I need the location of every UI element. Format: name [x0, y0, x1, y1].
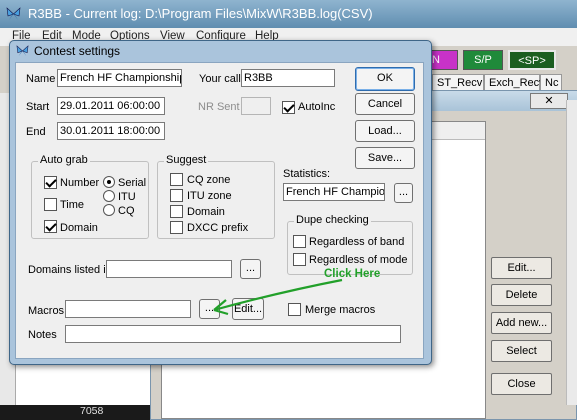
auto-grab-number-checkbox[interactable]	[44, 176, 57, 189]
list-select-button[interactable]: Select	[491, 340, 552, 362]
notes-field[interactable]	[65, 325, 401, 343]
regardless-of-band-label: Regardless of band	[309, 236, 405, 248]
auto-grab-time-checkbox[interactable]	[44, 198, 57, 211]
auto-grab-domain-checkbox[interactable]	[44, 220, 57, 233]
main-title-text: R3BB - Current log: D:\Program Files\Mix…	[28, 6, 373, 21]
freq-label-1: 7058	[80, 405, 104, 417]
list-edit-button[interactable]: Edit...	[491, 257, 552, 279]
domains-browse-button[interactable]: ...	[240, 259, 261, 279]
main-title-bar: R3BB - Current log: D:\Program Files\Mix…	[0, 0, 577, 28]
macros-label: Macros	[28, 305, 65, 317]
sp-button[interactable]: S/P	[463, 50, 503, 70]
statistics-label: Statistics:	[283, 168, 331, 180]
dialog-title: Contest settings	[34, 44, 121, 58]
end-field[interactable]: 30.01.2011 18:00:00	[57, 122, 165, 140]
notes-label: Notes	[28, 329, 57, 341]
name-label: Name	[26, 73, 56, 85]
regardless-of-mode-checkbox[interactable]	[293, 253, 306, 266]
regardless-of-mode-label: Regardless of mode	[309, 254, 408, 266]
merge-macros-checkbox[interactable]	[288, 303, 301, 316]
dupe-checking-group: Dupe checking	[287, 214, 413, 275]
statistics-browse-button[interactable]: ...	[394, 183, 413, 203]
your-call-label: Your call	[199, 73, 241, 85]
nr-sent-field[interactable]	[241, 97, 271, 115]
main-scrollbar[interactable]	[566, 100, 577, 405]
dxcc-prefix-checkbox[interactable]	[170, 221, 183, 234]
autoinc-checkbox[interactable]	[282, 101, 295, 114]
dialog-title-bar: Contest settings	[10, 41, 431, 62]
cq-zone-checkbox[interactable]	[170, 173, 183, 186]
load-button[interactable]: Load...	[355, 120, 415, 142]
auto-grab-number-label: Number	[60, 177, 100, 189]
save-button[interactable]: Save...	[355, 147, 415, 169]
suggest-domain-checkbox[interactable]	[170, 205, 183, 218]
cancel-button[interactable]: Cancel	[355, 93, 415, 115]
butterfly-icon	[16, 45, 29, 57]
regardless-of-band-checkbox[interactable]	[293, 235, 306, 248]
itu-radio[interactable]	[103, 190, 115, 202]
auto-grab-time-label: Time	[60, 199, 85, 211]
cq-zone-label: CQ zone	[187, 174, 231, 186]
serial-radio[interactable]	[103, 176, 115, 188]
suggest-title: Suggest	[164, 154, 209, 166]
list-close-button[interactable]: Close	[491, 373, 552, 395]
suggest-domain-label: Domain	[187, 206, 225, 218]
close-icon[interactable]: ✕	[530, 93, 568, 109]
statistics-field[interactable]: French HF Championsh	[283, 183, 385, 201]
butterfly-icon	[6, 7, 21, 20]
ok-button[interactable]: OK	[355, 67, 415, 91]
itu-zone-checkbox[interactable]	[170, 189, 183, 202]
dxcc-prefix-label: DXCC prefix	[187, 222, 249, 234]
macros-browse-button[interactable]: ...	[199, 299, 220, 319]
your-call-field[interactable]: R3BB	[241, 69, 335, 87]
cq-radio[interactable]	[103, 204, 115, 216]
domains-field[interactable]	[106, 260, 232, 278]
dupe-checking-title: Dupe checking	[294, 214, 371, 226]
start-label: Start	[26, 101, 50, 113]
cq-label: CQ	[118, 205, 135, 217]
name-field[interactable]: French HF Championship	[57, 69, 182, 87]
domains-label: Domains listed in	[28, 264, 112, 276]
autoinc-label: AutoInc	[298, 101, 336, 113]
sp-bracket-button[interactable]: <SP>	[508, 50, 556, 70]
auto-grab-title: Auto grab	[38, 154, 90, 166]
end-label: End	[26, 126, 46, 138]
serial-label: Serial	[118, 177, 147, 189]
list-add-new-button[interactable]: Add new...	[491, 312, 552, 334]
nr-sent-label: NR Sent	[198, 101, 240, 113]
auto-grab-domain-label: Domain	[60, 222, 98, 234]
itu-zone-label: ITU zone	[187, 190, 232, 202]
merge-macros-label: Merge macros	[305, 304, 376, 316]
list-delete-button[interactable]: Delete	[491, 284, 552, 306]
macros-field[interactable]	[65, 300, 191, 318]
itu-label: ITU	[118, 191, 136, 203]
start-field[interactable]: 29.01.2011 06:00:00	[57, 97, 165, 115]
click-here-annotation: Click Here	[324, 268, 381, 280]
macros-edit-button[interactable]: Edit...	[232, 298, 264, 320]
